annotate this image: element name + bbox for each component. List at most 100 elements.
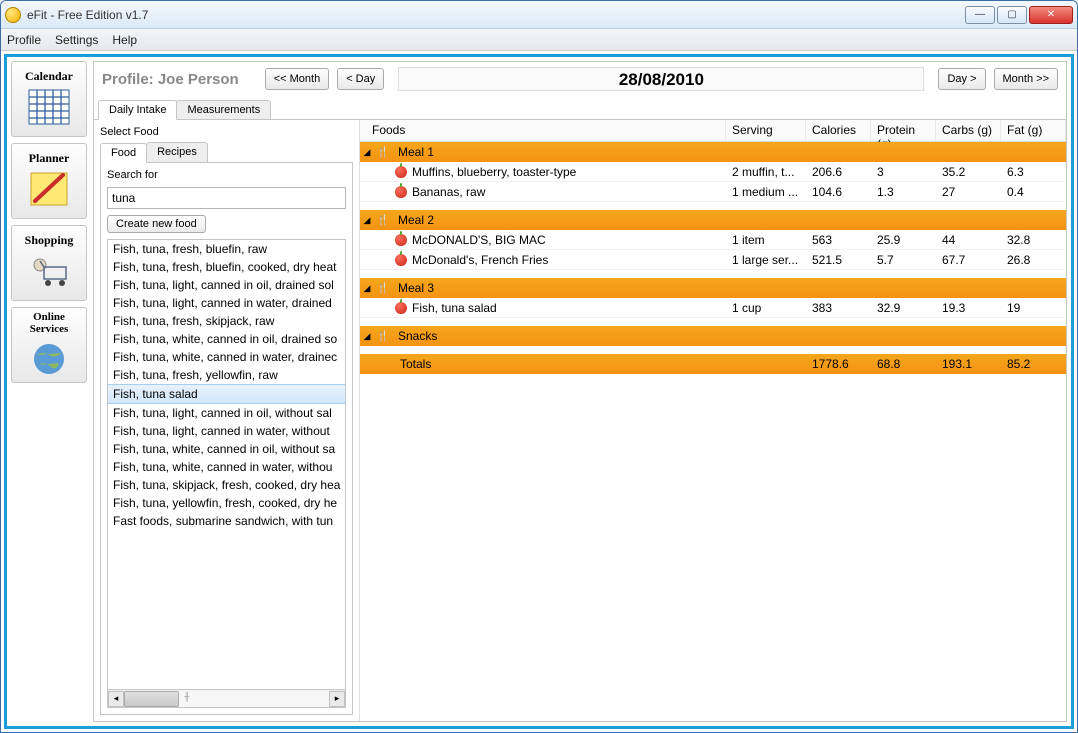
food-list-item[interactable]: Fish, tuna, white, canned in oil, withou… bbox=[108, 440, 345, 458]
meal-icon: 🍴 bbox=[374, 329, 392, 343]
col-header-fat[interactable]: Fat (g) bbox=[1001, 120, 1066, 141]
food-list-item[interactable]: Fish, tuna, light, canned in oil, withou… bbox=[108, 404, 345, 422]
planner-icon bbox=[26, 168, 72, 210]
month-prev-button[interactable]: << Month bbox=[265, 68, 329, 90]
tab-daily-intake[interactable]: Daily Intake bbox=[98, 100, 177, 120]
menu-settings[interactable]: Settings bbox=[55, 33, 98, 47]
meal-row[interactable]: ◢🍴Meal 1 bbox=[360, 142, 1066, 162]
food-list-item[interactable]: Fish, tuna salad bbox=[108, 384, 345, 404]
cell-fat: 0.4 bbox=[1001, 185, 1066, 199]
food-list-item[interactable]: Fish, tuna, fresh, bluefin, cooked, dry … bbox=[108, 258, 345, 276]
food-list-item[interactable]: Fish, tuna, light, canned in water, drai… bbox=[108, 294, 345, 312]
totals-carbs: 193.1 bbox=[936, 357, 1001, 371]
totals-calories: 1778.6 bbox=[806, 357, 871, 371]
toolbox-shopping[interactable]: Shopping bbox=[11, 225, 87, 301]
food-list-item[interactable]: Fish, tuna, white, canned in water, with… bbox=[108, 458, 345, 476]
food-item-row[interactable]: McDonald's, French Fries1 large ser...52… bbox=[360, 250, 1066, 270]
col-header-calories[interactable]: Calories bbox=[806, 120, 871, 141]
food-icon bbox=[392, 234, 410, 246]
meal-row[interactable]: ◢🍴Meal 2 bbox=[360, 210, 1066, 230]
day-prev-button[interactable]: < Day bbox=[337, 68, 384, 90]
subtab-recipes[interactable]: Recipes bbox=[146, 142, 208, 162]
cell-calories: 104.6 bbox=[806, 185, 871, 199]
food-icon bbox=[392, 166, 410, 178]
toolbox-planner-label: Planner bbox=[29, 152, 70, 165]
toolbox-planner[interactable]: Planner bbox=[11, 143, 87, 219]
food-item-row[interactable]: McDONALD'S, BIG MAC1 item56325.94432.8 bbox=[360, 230, 1066, 250]
profile-row: Profile: Joe Person << Month < Day 28/08… bbox=[94, 62, 1066, 96]
cell-protein: 3 bbox=[871, 165, 936, 179]
toolbox-calendar-label: Calendar bbox=[25, 70, 73, 83]
food-list-item[interactable]: Fish, tuna, white, canned in water, drai… bbox=[108, 348, 345, 366]
cell-calories: 521.5 bbox=[806, 253, 871, 267]
shopping-icon bbox=[26, 250, 72, 292]
calendar-icon bbox=[26, 86, 72, 128]
meal-icon: 🍴 bbox=[374, 213, 392, 227]
totals-row: Totals1778.668.8193.185.2 bbox=[360, 354, 1066, 374]
food-list-item[interactable]: Fish, tuna, fresh, yellowfin, raw bbox=[108, 366, 345, 384]
meal-row[interactable]: ◢🍴Meal 3 bbox=[360, 278, 1066, 298]
tab-measurements[interactable]: Measurements bbox=[176, 100, 271, 119]
chevron-down-icon: ◢ bbox=[360, 283, 374, 294]
subtab-food[interactable]: Food bbox=[100, 143, 147, 163]
create-new-food-button[interactable]: Create new food bbox=[107, 215, 206, 233]
cell-protein: 1.3 bbox=[871, 185, 936, 199]
window-title: eFit - Free Edition v1.7 bbox=[27, 8, 965, 22]
month-next-button[interactable]: Month >> bbox=[994, 68, 1058, 90]
food-name: Muffins, blueberry, toaster-type bbox=[410, 165, 726, 179]
food-search-results[interactable]: Fish, tuna, fresh, bluefin, rawFish, tun… bbox=[107, 239, 346, 708]
meal-row[interactable]: ◢🍴Snacks bbox=[360, 326, 1066, 346]
scroll-left-icon[interactable]: ◂ bbox=[108, 691, 124, 707]
cell-calories: 206.6 bbox=[806, 165, 871, 179]
chevron-down-icon: ◢ bbox=[360, 147, 374, 158]
col-header-serving[interactable]: Serving bbox=[726, 120, 806, 141]
cell-calories: 383 bbox=[806, 301, 871, 315]
food-item-row[interactable]: Bananas, raw1 medium ...104.61.3270.4 bbox=[360, 182, 1066, 202]
col-header-protein[interactable]: Protein (g) bbox=[871, 120, 936, 141]
food-list-item[interactable]: Fish, tuna, light, canned in oil, draine… bbox=[108, 276, 345, 294]
titlebar: eFit - Free Edition v1.7 — ▢ ✕ bbox=[1, 1, 1077, 29]
food-panel: Select Food Food Recipes Search for Crea… bbox=[94, 120, 359, 721]
food-icon bbox=[392, 254, 410, 266]
food-list-item[interactable]: Fast foods, submarine sandwich, with tun bbox=[108, 512, 345, 530]
food-list-item[interactable]: Fish, tuna, yellowfin, fresh, cooked, dr… bbox=[108, 494, 345, 512]
left-toolbox: Calendar Planner Shopping Online Service… bbox=[11, 61, 87, 722]
food-item-row[interactable]: Muffins, blueberry, toaster-type2 muffin… bbox=[360, 162, 1066, 182]
maximize-button[interactable]: ▢ bbox=[997, 6, 1027, 24]
menu-profile[interactable]: Profile bbox=[7, 33, 41, 47]
scroll-thumb[interactable] bbox=[124, 691, 179, 707]
food-list-item[interactable]: Fish, tuna, white, canned in oil, draine… bbox=[108, 330, 345, 348]
col-header-carbs[interactable]: Carbs (g) bbox=[936, 120, 1001, 141]
chevron-down-icon: ◢ bbox=[360, 215, 374, 226]
toolbox-online-label: Online Services bbox=[15, 311, 83, 335]
food-list-item[interactable]: Fish, tuna, fresh, skipjack, raw bbox=[108, 312, 345, 330]
food-list-item[interactable]: Fish, tuna, light, canned in water, with… bbox=[108, 422, 345, 440]
scroll-right-icon[interactable]: ▸ bbox=[329, 691, 345, 707]
cell-carbs: 35.2 bbox=[936, 165, 1001, 179]
food-name: Bananas, raw bbox=[410, 185, 726, 199]
close-button[interactable]: ✕ bbox=[1029, 6, 1073, 24]
food-name: Fish, tuna salad bbox=[410, 301, 726, 315]
minimize-button[interactable]: — bbox=[965, 6, 995, 24]
search-input[interactable] bbox=[107, 187, 346, 209]
cell-carbs: 27 bbox=[936, 185, 1001, 199]
main-tabrow: Daily Intake Measurements bbox=[94, 96, 1066, 120]
cell-serving: 1 large ser... bbox=[726, 253, 806, 267]
food-item-row[interactable]: Fish, tuna salad1 cup38332.919.319 bbox=[360, 298, 1066, 318]
day-next-button[interactable]: Day > bbox=[938, 68, 985, 90]
cell-fat: 26.8 bbox=[1001, 253, 1066, 267]
globe-icon bbox=[26, 338, 72, 379]
toolbox-calendar[interactable]: Calendar bbox=[11, 61, 87, 137]
food-icon bbox=[392, 302, 410, 314]
food-list-item[interactable]: Fish, tuna, fresh, bluefin, raw bbox=[108, 240, 345, 258]
cell-fat: 6.3 bbox=[1001, 165, 1066, 179]
col-header-foods[interactable]: Foods bbox=[360, 120, 726, 141]
toolbox-online-services[interactable]: Online Services bbox=[11, 307, 87, 383]
food-list-item[interactable]: Fish, tuna, skipjack, fresh, cooked, dry… bbox=[108, 476, 345, 494]
menu-help[interactable]: Help bbox=[112, 33, 137, 47]
date-display: 28/08/2010 bbox=[398, 67, 924, 91]
cell-carbs: 19.3 bbox=[936, 301, 1001, 315]
cell-serving: 1 medium ... bbox=[726, 185, 806, 199]
food-list-scrollbar[interactable]: ◂ ╫ ▸ bbox=[108, 689, 345, 707]
search-label: Search for bbox=[107, 169, 346, 181]
